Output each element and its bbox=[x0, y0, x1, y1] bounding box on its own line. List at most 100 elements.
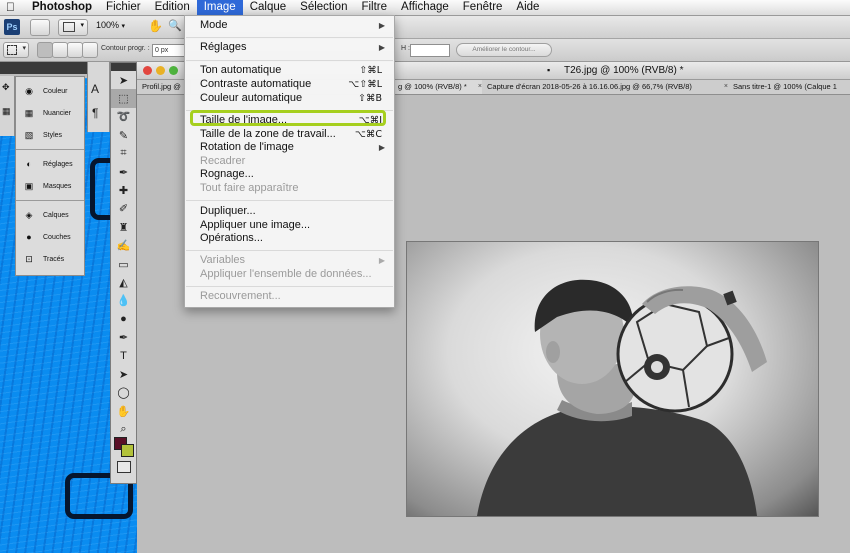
zoom-select[interactable]: 100% ▾ bbox=[96, 20, 125, 30]
clone-stamp-tool-icon[interactable]: ♜ bbox=[111, 218, 136, 236]
height-label: H : bbox=[401, 45, 410, 52]
history-brush-tool-icon[interactable]: ✍ bbox=[111, 237, 136, 255]
crop-tool-icon[interactable]: ⌗ bbox=[111, 145, 136, 163]
eraser-tool-icon[interactable]: ▭ bbox=[111, 255, 136, 273]
paint-bucket-tool-icon[interactable]: ◭ bbox=[111, 273, 136, 291]
panel-tool-icon[interactable]: ✥ bbox=[2, 82, 10, 93]
panel-calques[interactable]: ◈ Calques bbox=[16, 204, 84, 226]
close-window-icon[interactable] bbox=[143, 66, 152, 75]
panel-masques[interactable]: ▣ Masques bbox=[16, 175, 84, 197]
chevron-down-icon: ▾ bbox=[121, 23, 126, 30]
panel-styles[interactable]: ▧ Styles bbox=[16, 124, 84, 146]
menu-aide[interactable]: Aide bbox=[509, 0, 546, 15]
menu-item-dupliquer[interactable]: Dupliquer... bbox=[185, 205, 394, 218]
bridge-button[interactable] bbox=[30, 19, 50, 36]
menu-fenetre[interactable]: Fenêtre bbox=[456, 0, 510, 15]
color-palette-icon: ◉ bbox=[25, 85, 33, 96]
path-selection-tool-icon[interactable]: ➤ bbox=[111, 365, 136, 383]
photoshop-logo-icon[interactable]: Ps bbox=[4, 19, 20, 35]
menu-item-recouvrement[interactable]: Recouvrement... bbox=[185, 290, 394, 303]
move-tool-icon[interactable]: ➤ bbox=[111, 71, 136, 89]
pen-tool-icon[interactable]: ✒ bbox=[111, 328, 136, 346]
submenu-arrow-icon: ▶ bbox=[378, 143, 385, 152]
menu-item-reglages[interactable]: Réglages ▶ bbox=[185, 41, 394, 54]
menu-item-rognage[interactable]: Rognage... bbox=[185, 168, 394, 181]
menu-item-appliquer-image[interactable]: Appliquer une image... bbox=[185, 219, 394, 232]
menu-filtre[interactable]: Filtre bbox=[354, 0, 394, 15]
menu-calque[interactable]: Calque bbox=[243, 0, 293, 15]
background-color-swatch[interactable] bbox=[121, 444, 134, 457]
blur-tool-icon[interactable]: 💧 bbox=[111, 292, 136, 310]
subtract-selection-button[interactable] bbox=[67, 42, 83, 58]
document-title: T26.jpg @ 100% (RVB/8) * bbox=[564, 65, 684, 76]
panel-couleur[interactable]: ◉ Couleur bbox=[16, 80, 84, 102]
menu-item-tout-apparaitre[interactable]: Tout faire apparaître bbox=[185, 182, 394, 195]
menu-item-ton-auto[interactable]: Ton automatique ⇧⌘L bbox=[185, 64, 394, 77]
panel-label: Nuancier bbox=[43, 109, 72, 117]
dodge-tool-icon[interactable]: ● bbox=[111, 310, 136, 328]
panel-traces[interactable]: ⊡ Tracés bbox=[16, 248, 84, 270]
contour-label: Contour progr. : bbox=[101, 45, 150, 52]
menu-item-couleur-auto[interactable]: Couleur automatique ⇧⌘B bbox=[185, 92, 394, 105]
hand-tool-icon[interactable]: ✋ bbox=[111, 402, 136, 420]
add-selection-button[interactable] bbox=[52, 42, 68, 58]
hand-tool-icon[interactable]: ✋ bbox=[148, 19, 163, 33]
marquee-preset-picker[interactable]: ▾ bbox=[3, 42, 29, 58]
panel-tool-icon[interactable]: ▦ bbox=[2, 106, 11, 117]
menu-item-operations[interactable]: Opérations... bbox=[185, 232, 394, 245]
panel-nuancier[interactable]: ▦ Nuancier bbox=[16, 102, 84, 124]
apple-icon[interactable]:  bbox=[6, 0, 22, 15]
panel-label: Couches bbox=[43, 233, 71, 241]
menu-fichier[interactable]: Fichier bbox=[99, 0, 148, 15]
lasso-tool-icon[interactable]: ➰ bbox=[111, 108, 136, 126]
character-panel-icon[interactable]: A bbox=[91, 82, 99, 96]
eyedropper-tool-icon[interactable]: ✒ bbox=[111, 163, 136, 181]
new-selection-button[interactable] bbox=[37, 42, 53, 58]
tab-t26[interactable]: g @ 100% (RVB/8) * × bbox=[393, 80, 487, 94]
menu-item-recadrer[interactable]: Recadrer bbox=[185, 155, 394, 168]
menu-item-contraste-auto[interactable]: Contraste automatique ⌥⇧⌘L bbox=[185, 78, 394, 91]
height-field[interactable] bbox=[410, 44, 450, 57]
menu-item-mode[interactable]: Mode ▶ bbox=[185, 19, 394, 32]
paragraph-panel-icon[interactable]: ¶ bbox=[92, 106, 98, 120]
toolbox-header[interactable] bbox=[111, 63, 136, 71]
menu-bar:  Photoshop Fichier Edition Image Calque… bbox=[0, 0, 850, 16]
marquee-icon bbox=[7, 45, 17, 55]
zoom-window-icon[interactable] bbox=[169, 66, 178, 75]
panel-label: Réglages bbox=[43, 160, 73, 168]
view-extras-button[interactable]: ▾ bbox=[58, 19, 88, 36]
menu-item-variables[interactable]: Variables ▶ bbox=[185, 254, 394, 267]
menu-item-rotation[interactable]: Rotation de l'image ▶ bbox=[185, 141, 394, 154]
menu-app-photoshop[interactable]: Photoshop bbox=[22, 0, 99, 15]
chevron-down-icon: ▾ bbox=[80, 22, 84, 29]
intersect-selection-button[interactable] bbox=[82, 42, 98, 58]
menu-selection[interactable]: Sélection bbox=[293, 0, 354, 15]
menu-image[interactable]: Image bbox=[196, 0, 243, 15]
annotation-highlight-box bbox=[190, 110, 386, 126]
menu-item-appliquer-ensemble[interactable]: Appliquer l'ensemble de données... bbox=[185, 268, 394, 281]
type-tool-icon[interactable]: T bbox=[111, 347, 136, 365]
tab-sans-titre[interactable]: Sans titre-1 @ 100% (Calque 1 bbox=[728, 80, 850, 94]
menu-item-taille-zone[interactable]: Taille de la zone de travail... ⌥⌘C bbox=[185, 128, 394, 141]
panel-label: Styles bbox=[43, 131, 63, 139]
zoom-tool-icon[interactable]: 🔍 bbox=[168, 19, 182, 32]
menu-edition[interactable]: Edition bbox=[148, 0, 197, 15]
paths-icon: ⊡ bbox=[25, 253, 33, 264]
shape-tool-icon[interactable]: ◯ bbox=[111, 384, 136, 402]
quick-selection-tool-icon[interactable]: ✎ bbox=[111, 126, 136, 144]
refine-edge-button[interactable]: Améliorer le contour... bbox=[456, 43, 552, 57]
contour-field[interactable]: 0 px bbox=[152, 44, 186, 57]
menu-separator bbox=[186, 286, 393, 287]
tab-profil[interactable]: Profil.jpg @ bbox=[137, 80, 191, 94]
menu-separator bbox=[186, 200, 393, 201]
minimize-window-icon[interactable] bbox=[156, 66, 165, 75]
tab-capture[interactable]: Capture d'écran 2018-05-26 à 16.16.06.jp… bbox=[482, 80, 733, 94]
healing-brush-tool-icon[interactable]: ✚ bbox=[111, 181, 136, 199]
marquee-tool-icon[interactable]: ⬚ bbox=[111, 89, 136, 108]
panel-reglages[interactable]: ◐ Réglages bbox=[16, 153, 84, 175]
panel-couches[interactable]: ● Couches bbox=[16, 226, 84, 248]
brush-tool-icon[interactable]: ✐ bbox=[111, 200, 136, 218]
quick-mask-icon[interactable] bbox=[117, 461, 131, 473]
menu-affichage[interactable]: Affichage bbox=[394, 0, 456, 15]
photo-canvas[interactable] bbox=[406, 241, 819, 517]
